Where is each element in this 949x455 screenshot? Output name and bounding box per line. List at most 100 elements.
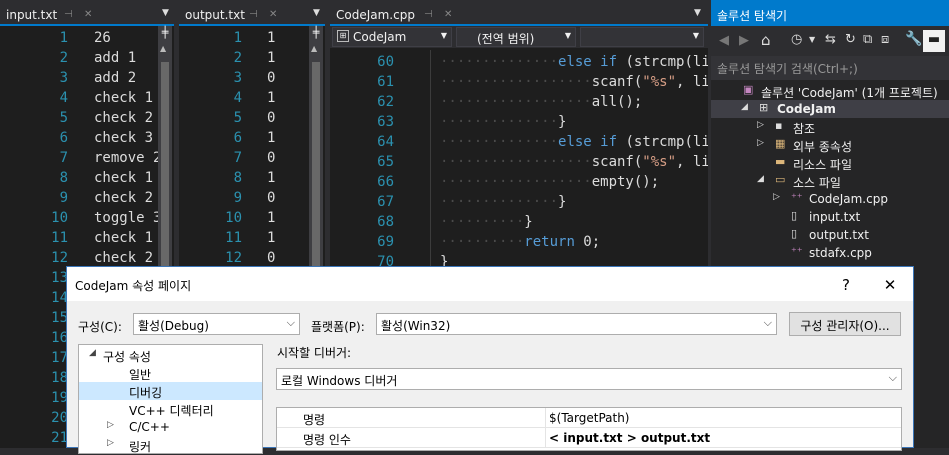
- line-number: 17: [51, 350, 68, 366]
- tab-codejam-cpp[interactable]: CodeJam.cpp: [330, 5, 421, 26]
- close-tab-icon[interactable]: ✕: [444, 9, 452, 20]
- tree-item[interactable]: ▯ output.txt: [711, 226, 949, 244]
- code-line: ··········return 0;: [440, 232, 600, 252]
- scroll-up-icon[interactable]: ▲: [160, 44, 166, 53]
- property-row[interactable]: 명령 인수 < input.txt > output.txt: [277, 428, 901, 448]
- property-nav-tree[interactable]: ◢ 구성 속성 일반 디버깅 VC++ 디렉터리 ▷ C/C++ ▷ 링커: [78, 344, 263, 454]
- line-number: 11: [225, 230, 242, 246]
- pin-icon[interactable]: ⊣: [424, 9, 433, 20]
- scroll-up-icon[interactable]: ▲: [311, 44, 317, 53]
- pin-icon[interactable]: ⊣: [64, 9, 73, 20]
- code-text: scanf(: [591, 154, 643, 170]
- forward-icon[interactable]: ▶: [739, 33, 749, 48]
- tree-item[interactable]: ◢ ▭ 소스 파일: [711, 172, 949, 190]
- tree-item[interactable]: ⁺⁺ stdafx.cpp: [711, 244, 949, 262]
- line-number: 16: [51, 330, 68, 346]
- string-literal: "%s": [642, 154, 677, 170]
- tree-item[interactable]: ▷ ▪ 참조: [711, 118, 949, 136]
- close-dialog-button[interactable]: ✕: [875, 273, 905, 297]
- nav-item[interactable]: ▷ C/C++: [79, 418, 262, 436]
- sync-icon[interactable]: ⇆: [825, 32, 836, 47]
- nav-item[interactable]: ▷ 링커: [79, 436, 262, 454]
- line-number: 7: [59, 150, 68, 166]
- text-line: add 2: [94, 70, 137, 86]
- tree-item[interactable]: ▬ 리소스 파일: [711, 154, 949, 172]
- nav-item[interactable]: ◢ 구성 속성: [79, 346, 262, 364]
- properties-icon[interactable]: 🔧: [905, 31, 922, 47]
- line-number: 61: [377, 74, 394, 90]
- tab-input-txt[interactable]: input.txt: [0, 5, 63, 26]
- references-icon: ▪: [775, 119, 783, 132]
- chevron-down-icon[interactable]: ▼: [162, 8, 169, 18]
- scope-dropdown[interactable]: ⊞ CodeJam ▼: [332, 27, 452, 47]
- chevron-down-icon[interactable]: ▼: [809, 35, 815, 44]
- platform-select[interactable]: 활성(Win32) ⌵: [376, 313, 777, 335]
- property-name: 명령 인수: [303, 433, 351, 447]
- code-line: ··················scanf("%s", line);: [440, 72, 708, 92]
- scroll-thumb[interactable]: [312, 62, 320, 282]
- text-line: 1: [267, 130, 276, 146]
- input-tab-bar: input.txt ⊣ ✕ ▼: [0, 0, 174, 26]
- line-number: 62: [377, 94, 394, 110]
- column-divider: [545, 408, 546, 428]
- chevron-down-icon[interactable]: ▼: [313, 8, 320, 18]
- cpp-file-icon: ⁺⁺: [791, 191, 803, 204]
- collapsed-arrow-icon[interactable]: ▷: [773, 192, 780, 202]
- line-number: 2: [233, 50, 242, 66]
- tree-item[interactable]: ▣ 솔루션 'CodeJam' (1개 프로젝트): [711, 82, 949, 100]
- expanded-arrow-icon[interactable]: ◢: [757, 174, 764, 184]
- config-select[interactable]: 활성(Debug) ⌵: [133, 313, 300, 335]
- show-all-files-icon[interactable]: ⧈: [881, 32, 889, 47]
- property-value[interactable]: $(TargetPath): [549, 411, 629, 425]
- nav-item[interactable]: 디버깅: [79, 382, 262, 400]
- member-dropdown[interactable]: (전역 범위) ▼: [456, 27, 576, 47]
- function-dropdown[interactable]: ▼: [580, 27, 704, 47]
- history-icon[interactable]: ◷: [791, 32, 802, 47]
- chevron-down-icon[interactable]: ▼: [694, 8, 701, 18]
- close-tab-icon[interactable]: ✕: [84, 9, 92, 20]
- collapsed-arrow-icon[interactable]: ▷: [757, 120, 764, 130]
- collapsed-arrow-icon[interactable]: ▷: [757, 138, 764, 148]
- property-value[interactable]: < input.txt > output.txt: [549, 431, 710, 445]
- tree-item[interactable]: ▯ input.txt: [711, 208, 949, 226]
- expanded-arrow-icon[interactable]: ◢: [89, 348, 96, 358]
- split-icon[interactable]: ╪: [310, 26, 322, 40]
- text-line: 0: [267, 190, 276, 206]
- home-icon[interactable]: ⌂: [761, 31, 771, 49]
- close-tab-icon[interactable]: ✕: [269, 9, 277, 20]
- solution-search-input[interactable]: 솔루션 탐색기 검색(Ctrl+;): [711, 56, 949, 80]
- pin-icon[interactable]: ⊣: [249, 9, 258, 20]
- collapsed-arrow-icon[interactable]: ▷: [107, 420, 114, 430]
- code-text: }: [558, 114, 567, 130]
- debugger-select[interactable]: 로컬 Windows 디버거 ⌵: [276, 368, 902, 390]
- text-line: 0: [267, 250, 276, 266]
- help-button[interactable]: ?: [831, 273, 861, 297]
- line-number: 12: [51, 250, 68, 266]
- expanded-arrow-icon[interactable]: ◢: [741, 102, 748, 112]
- text-line: 1: [267, 210, 276, 226]
- back-icon[interactable]: ◀: [719, 33, 729, 48]
- line-number: 67: [377, 194, 394, 210]
- code-text: (strcmp(line, ": [625, 54, 708, 70]
- text-line: check 1: [94, 90, 154, 106]
- tree-item[interactable]: ▷ ⁺⁺ CodeJam.cpp: [711, 190, 949, 208]
- property-row[interactable]: 명령 $(TargetPath): [277, 408, 901, 428]
- whitespace-dots: ··········: [440, 234, 525, 250]
- collapsed-arrow-icon[interactable]: ▷: [107, 438, 114, 448]
- whitespace-dots: ··············: [440, 194, 559, 210]
- collapse-all-icon[interactable]: ⧉: [863, 32, 872, 47]
- scroll-thumb[interactable]: [161, 62, 169, 282]
- line-number: 69: [377, 234, 394, 250]
- split-icon[interactable]: ╪: [159, 26, 171, 40]
- tree-item[interactable]: ▷ ▦ 외부 종속성: [711, 136, 949, 154]
- tree-item[interactable]: ◢ ⊞ CodeJam: [711, 100, 949, 118]
- preview-icon[interactable]: ▬: [923, 30, 945, 52]
- code-line: ··············else if (strcmp(line, ": [440, 52, 708, 72]
- nav-item[interactable]: 일반: [79, 364, 262, 382]
- nav-item[interactable]: VC++ 디렉터리: [79, 400, 262, 418]
- solution-explorer-toolbar: ◀ ▶ ⌂ ◷ ▼ ⇆ ↻ ⧉ ⧈ 🔧 ▬: [711, 26, 949, 56]
- refresh-icon[interactable]: ↻: [845, 32, 856, 47]
- tab-output-txt[interactable]: output.txt: [179, 5, 251, 26]
- config-manager-button[interactable]: 구성 관리자(O)...: [789, 312, 901, 336]
- code-line: ··············else if (strcmp(line, ": [440, 132, 708, 152]
